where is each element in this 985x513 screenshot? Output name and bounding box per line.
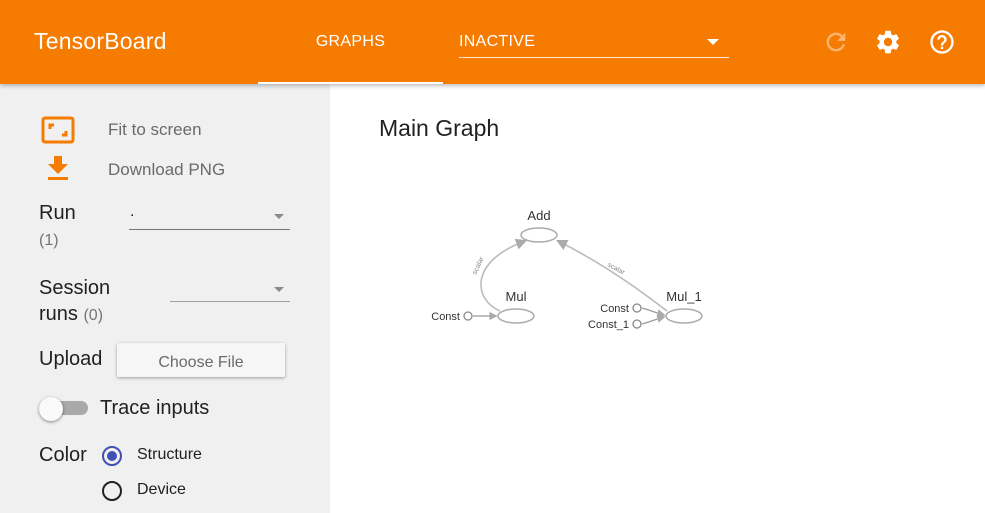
run-select[interactable]: .	[129, 202, 290, 230]
download-png-button[interactable]: Download PNG	[40, 156, 240, 186]
node-label-mul-1: Mul_1	[666, 289, 701, 304]
fit-to-screen-button[interactable]: Fit to screen	[40, 116, 240, 146]
upload-label: Upload	[39, 348, 103, 370]
color-structure-radio[interactable]	[102, 446, 122, 466]
trace-inputs-label: Trace inputs	[100, 397, 210, 419]
edge-const-to-mul1	[641, 307, 666, 318]
chevron-down-icon	[707, 39, 719, 45]
plugin-select-value: INACTIVE	[459, 33, 536, 50]
color-device-label: Device	[137, 481, 186, 498]
graph-node-mul-1[interactable]	[665, 308, 703, 324]
settings-icon[interactable]	[874, 28, 902, 56]
session-label-line1: Session	[39, 277, 111, 299]
download-icon	[48, 156, 68, 180]
graph-node-mul[interactable]	[497, 308, 535, 324]
color-structure-label: Structure	[137, 446, 202, 463]
tab-selected-indicator	[258, 82, 443, 84]
download-png-label: Download PNG	[108, 160, 226, 179]
edge-mul1-to-add	[555, 239, 668, 312]
run-label: Run	[39, 202, 76, 224]
top-toolbar: TensorBoard GRAPHS INACTIVE	[0, 0, 985, 84]
node-label-mul: Mul	[506, 289, 527, 304]
fit-to-screen-label: Fit to screen	[108, 120, 202, 139]
toggle-knob	[39, 397, 63, 421]
refresh-icon[interactable]	[822, 28, 850, 56]
node-label-const-1: Const_1	[588, 319, 629, 331]
node-label-const-a: Const	[431, 311, 460, 323]
session-runs-select[interactable]	[170, 276, 290, 302]
graph-node-add[interactable]	[520, 227, 558, 243]
plugin-select[interactable]: INACTIVE	[459, 28, 729, 58]
chevron-down-icon	[274, 287, 284, 292]
color-device-radio[interactable]	[102, 481, 122, 501]
graph-node-const-a[interactable]	[463, 311, 473, 321]
sidebar: Fit to screen Download PNG Run (1) . Ses…	[0, 84, 330, 513]
tab-graphs[interactable]: GRAPHS	[258, 0, 443, 84]
help-icon[interactable]	[928, 28, 956, 56]
color-label: Color	[39, 444, 87, 466]
edge-const1-to-mul1	[641, 314, 666, 325]
graph-canvas[interactable]: scalar scalar Add Mul Mul_1 Const Const …	[330, 84, 985, 513]
session-runs-label: Session runs (0)	[39, 275, 110, 329]
chevron-down-icon	[274, 214, 284, 219]
choose-file-button[interactable]: Choose File	[117, 343, 285, 377]
fit-screen-icon	[41, 116, 75, 144]
graph-node-const-1[interactable]	[632, 319, 642, 329]
trace-inputs-toggle[interactable]	[39, 397, 89, 421]
run-select-value: .	[130, 203, 135, 220]
node-label-const-b: Const	[600, 303, 629, 315]
session-label-line2: runs	[39, 303, 78, 325]
app-title: TensorBoard	[34, 28, 167, 54]
graph-node-const-b[interactable]	[632, 303, 642, 313]
tab-graphs-label: GRAPHS	[315, 33, 386, 50]
session-count: (0)	[83, 307, 104, 324]
node-label-add: Add	[527, 208, 550, 223]
run-count: (1)	[39, 232, 59, 249]
